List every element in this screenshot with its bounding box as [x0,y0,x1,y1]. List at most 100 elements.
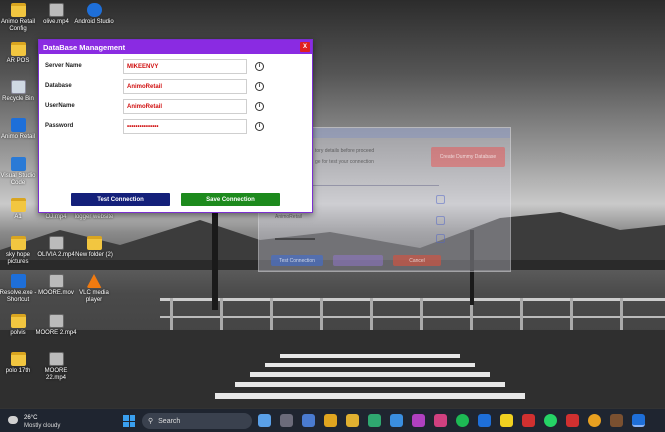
username-label: UserName [45,103,75,109]
crosswalk [215,354,525,399]
desktop-icon-label: Android Studio [74,19,114,25]
whatsapp-icon[interactable] [544,414,557,427]
database-row: Database AnimoRetail i [45,79,307,95]
start-button[interactable] [123,415,135,427]
info-icon[interactable]: i [255,82,264,91]
desktop-icon[interactable]: AR POS [0,42,40,65]
desktop-icon-label: New folder (2) [75,252,113,258]
chat-icon[interactable] [280,414,293,427]
folder-icon [10,352,26,366]
dialog-title: DataBase Management [43,42,126,52]
folder-icon[interactable] [324,414,337,427]
close-icon: X [302,44,307,50]
folder-icon [10,236,26,250]
username-input[interactable]: AnimoRetail [123,99,247,114]
info-icon[interactable]: i [255,102,264,111]
desktop-icon[interactable]: VLC media player [72,274,116,304]
background-button[interactable] [333,255,383,266]
desktop-icon-label: Animo Retail Config [0,19,35,32]
password-row: Password ••••••••••••••• i [45,119,307,135]
recycle-bin-icon [10,80,26,94]
desktop-icon[interactable]: New folder (2) [72,236,116,259]
lamp-post [212,210,218,310]
server-name-row: Server Name MIKEENVY i [45,59,307,75]
background-test-button[interactable]: Test Connection [271,255,323,266]
desktop-icon-label: Recycle Bin [2,96,34,102]
task-view-icon[interactable] [302,414,315,427]
search-placeholder: Search [158,417,181,425]
spotify-icon[interactable] [456,414,469,427]
desktop-icon-label: VLC media player [79,290,109,303]
info-icon[interactable]: i [255,62,264,71]
edge-icon[interactable] [368,414,381,427]
app-icon[interactable] [610,414,623,427]
folder-icon [10,314,26,328]
desktop-icon-label: MOORE 2.mp4 [35,330,77,336]
desktop-icon-label: MOORE.mov [38,290,74,296]
background-window-text: tory details before proceed [315,148,375,154]
folder-icon [10,42,26,56]
desktop-icon[interactable]: Recycle Bin [0,80,40,103]
info-icon [436,216,445,225]
username-row: UserName AnimoRetail i [45,99,307,115]
cloud-icon [8,416,18,424]
background-window-text: ge for test your connection [315,159,374,165]
search-box[interactable]: ⚲ Search [142,413,252,429]
desktop-icon-label: Visual Studio Code [0,173,36,186]
database-input[interactable]: AnimoRetail [123,79,247,94]
folder-icon [10,3,26,17]
video-icon [48,236,64,250]
close-button[interactable]: X [300,42,310,52]
temperature: 26°C [24,415,38,421]
server-name-input[interactable]: MIKEENVY [123,59,247,74]
background-password [275,238,315,240]
info-icon [436,195,445,204]
desktop-icon[interactable]: Android Studio [72,3,116,26]
animo-retail-icon[interactable] [632,414,645,427]
desktop-icon-label: polvis [10,330,26,336]
dialog-titlebar[interactable]: DataBase Management X [39,40,312,54]
vscode-icon [10,157,26,171]
animo-retail-icon [10,118,26,132]
video-icon [48,314,64,328]
search-icon: ⚲ [148,418,154,425]
desktop-icon-label: AR POS [6,58,30,64]
database-label: Database [45,83,72,89]
mail-icon[interactable] [390,414,403,427]
password-label: Password [45,123,74,129]
database-management-dialog: DataBase Management X Server Name MIKEEN… [38,39,313,213]
vlc-icon [86,274,102,288]
desktop-icon[interactable]: Visual Studio Code [0,157,40,187]
desktop-icon[interactable]: Animo Retail [0,118,40,141]
desktop-icon-label: sky hope pictures [5,252,30,265]
media-icon[interactable] [566,414,579,427]
sticky-notes-icon[interactable] [500,414,513,427]
file-explorer-icon[interactable] [258,414,271,427]
teams-icon[interactable] [412,414,425,427]
taskbar: 26°C Mostly cloudy ⚲ Search [0,408,665,432]
info-icon[interactable]: i [255,122,264,131]
shortcut-icon [10,274,26,288]
password-input[interactable]: ••••••••••••••• [123,119,247,134]
video-icon [48,352,64,366]
background-cancel-button[interactable]: Cancel [393,255,441,266]
folder-icon [10,198,26,212]
store-icon[interactable] [346,414,359,427]
desktop-icon[interactable]: MOORE 2.mp4 [34,314,78,337]
chrome-icon[interactable] [588,414,601,427]
desktop-icon-label: Resolve.exe - Shortcut [0,290,37,303]
instagram-icon[interactable] [434,414,447,427]
video-icon [48,274,64,288]
desktop-icon-label: olive.mp4 [43,19,69,25]
server-name-label: Server Name [45,63,82,69]
save-connection-button[interactable]: Save Connection [181,193,280,206]
test-connection-button[interactable]: Test Connection [71,193,170,206]
folder-icon [86,236,102,250]
app-icon[interactable] [522,414,535,427]
outlook-icon[interactable] [478,414,491,427]
desktop-icon-label: logger website [74,214,114,220]
create-dummy-database-button[interactable]: Create Dummy Database [431,147,505,167]
desktop-icon[interactable]: MOORE 22.mp4 [34,352,78,382]
background-field-value: AnimoRetail [275,214,302,220]
video-icon [48,3,64,17]
